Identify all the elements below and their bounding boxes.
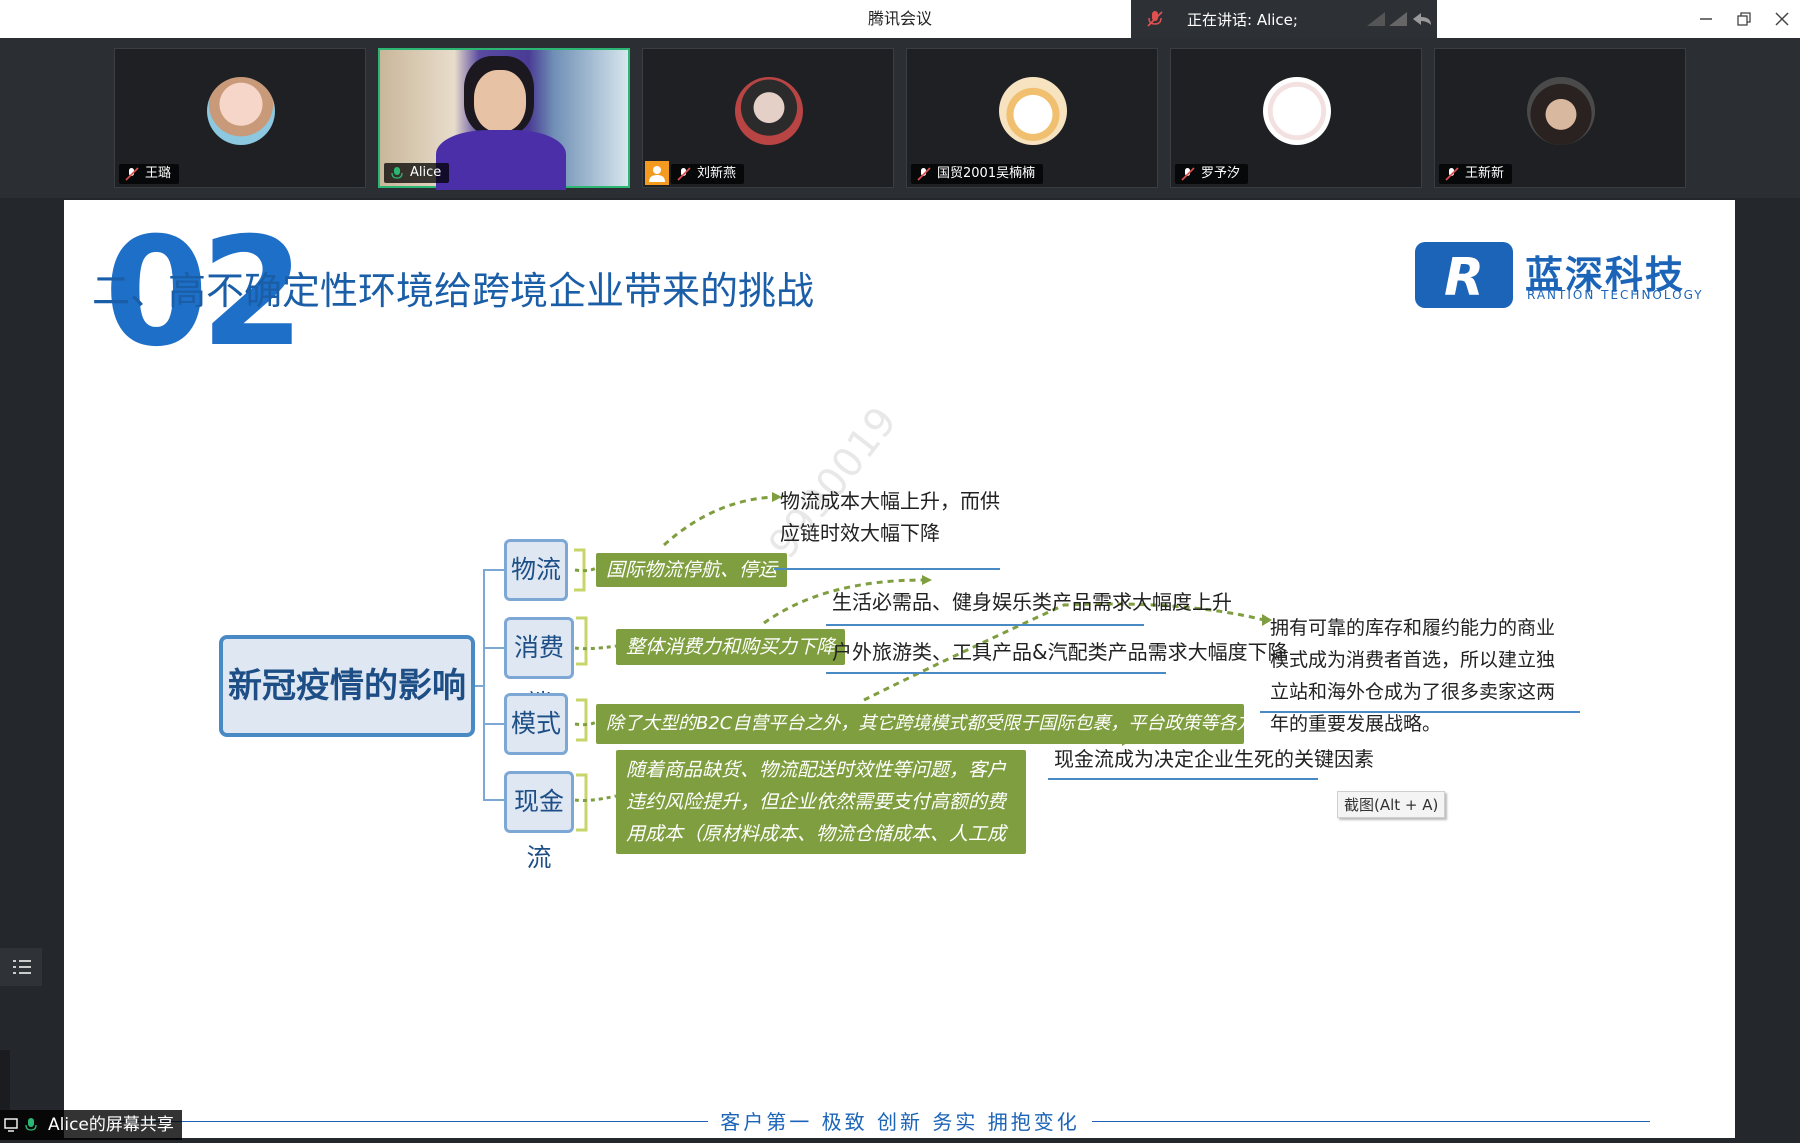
underline bbox=[1260, 711, 1580, 713]
avatar bbox=[735, 77, 803, 145]
participant-name-tag: 刘新燕 bbox=[671, 164, 745, 184]
volume-meter bbox=[0, 1050, 10, 1110]
node-logistics-halt: 国际物流停航、停运 bbox=[596, 553, 788, 587]
note-logistics-cost: 物流成本大幅上升，而供应链时效大幅下降 bbox=[780, 489, 1000, 545]
right-margin bbox=[1735, 200, 1800, 1143]
participant-strip: 王璐 Alice 刘新燕 国贸2001吴楠楠 罗予汐 王新新 bbox=[0, 38, 1800, 198]
restore-icon bbox=[1737, 12, 1751, 26]
slide-footer: 客户第一 极致 创新 务实 拥抱变化 bbox=[0, 1106, 1800, 1135]
participant-tile[interactable]: 刘新燕 bbox=[642, 48, 894, 188]
person-face bbox=[474, 70, 526, 132]
share-label-text: Alice的屏幕共享 bbox=[48, 1115, 174, 1135]
node-cashflow-costs: 随着商品缺货、物流配送时效性等问题，客户违约风险提升，但企业依然需要支付高额的费… bbox=[616, 750, 1026, 877]
avatar bbox=[999, 77, 1067, 145]
speaking-indicator: 正在讲话: Alice; bbox=[1131, 0, 1437, 38]
title-bar: 腾讯会议 正在讲话: Alice; bbox=[0, 0, 1800, 38]
toolbar-collapse-icon[interactable] bbox=[1363, 10, 1433, 28]
participant-tile[interactable]: 国贸2001吴楠楠 bbox=[906, 48, 1158, 188]
mic-muted-icon bbox=[1181, 167, 1195, 181]
person-hoodie bbox=[436, 130, 566, 190]
list-icon bbox=[13, 960, 31, 974]
shared-screen: 02 二、高不确定性环境给跨境企业带来的挑战 R 蓝深科技 RANTION TE… bbox=[64, 200, 1735, 1138]
mic-muted-icon bbox=[125, 167, 139, 181]
screen-icon bbox=[4, 1118, 18, 1132]
node-model-limits: 除了大型的B2C自营平台之外，其它跨境模式都受限于国际包裹，平台政策等各方面的限… bbox=[596, 704, 1244, 744]
mindmap-root: 新冠疫情的影响 bbox=[219, 635, 475, 737]
close-button[interactable] bbox=[1763, 0, 1800, 38]
participant-name-tag: 国贸2001吴楠楠 bbox=[911, 164, 1044, 184]
note-demand-down: 户外旅游类、工具产品&汽配类产品需求大幅度下降 bbox=[832, 640, 1288, 664]
participant-name: 王璐 bbox=[145, 166, 172, 181]
footer-motto: 客户第一 极致 创新 务实 拥抱变化 bbox=[708, 1110, 1092, 1134]
participant-tile-active[interactable]: Alice bbox=[378, 48, 630, 190]
category-cashflow: 现金流 bbox=[504, 771, 574, 872]
underline bbox=[826, 672, 1166, 674]
participant-name: Alice bbox=[410, 165, 442, 180]
screenshot-tooltip: 截图(Alt + A) bbox=[1337, 791, 1446, 818]
mic-off-icon bbox=[1147, 11, 1163, 27]
underline bbox=[1048, 778, 1318, 780]
participant-name: 刘新燕 bbox=[697, 166, 737, 181]
participant-name-tag: 王新新 bbox=[1439, 164, 1513, 184]
participant-name: 国贸2001吴楠楠 bbox=[937, 166, 1036, 181]
category-consumer: 消费端 bbox=[504, 617, 574, 718]
close-icon bbox=[1775, 12, 1789, 26]
underline bbox=[774, 568, 1000, 570]
member-list-button[interactable] bbox=[0, 948, 42, 986]
left-margin bbox=[0, 200, 64, 1143]
app-title: 腾讯会议 bbox=[867, 9, 932, 28]
underline bbox=[826, 624, 1144, 626]
mic-muted-icon bbox=[917, 167, 931, 181]
note-cashflow: 现金流成为决定企业生死的关键因素 bbox=[1054, 747, 1374, 771]
participant-name-tag: Alice bbox=[384, 163, 450, 183]
user-icon bbox=[645, 161, 669, 185]
participant-name: 罗予汐 bbox=[1201, 166, 1241, 181]
mic-on-icon bbox=[25, 1118, 37, 1131]
participant-name-tag: 罗予汐 bbox=[1175, 164, 1249, 184]
minimize-icon bbox=[1700, 18, 1712, 20]
avatar bbox=[1527, 77, 1595, 145]
participant-tile[interactable]: 罗予汐 bbox=[1170, 48, 1422, 188]
participant-tile[interactable]: 王璐 bbox=[114, 48, 366, 188]
mic-muted-icon bbox=[1445, 167, 1459, 181]
mic-muted-icon bbox=[677, 167, 691, 181]
restore-button[interactable] bbox=[1725, 0, 1763, 38]
mic-on-icon bbox=[391, 167, 403, 179]
note-strategy: 拥有可靠的库存和履约能力的商业模式成为消费者首选，所以建立独立站和海外仓成为了很… bbox=[1270, 617, 1556, 735]
avatar bbox=[1263, 77, 1331, 145]
participant-tile[interactable]: 王新新 bbox=[1434, 48, 1686, 188]
screen-share-label: Alice的屏幕共享 bbox=[0, 1110, 182, 1140]
category-model: 模式 bbox=[504, 693, 568, 755]
note-demand-up: 生活必需品、健身娱乐类产品需求大幅度上升 bbox=[832, 590, 1232, 614]
category-logistics: 物流 bbox=[504, 539, 568, 601]
minimize-button[interactable] bbox=[1687, 0, 1725, 38]
participant-name-tag: 王璐 bbox=[119, 164, 180, 184]
avatar bbox=[207, 77, 275, 145]
node-consumption-drop: 整体消费力和购买力下降 bbox=[616, 629, 846, 665]
speaking-text: 正在讲话: Alice; bbox=[1187, 11, 1298, 29]
participant-name: 王新新 bbox=[1465, 166, 1505, 181]
